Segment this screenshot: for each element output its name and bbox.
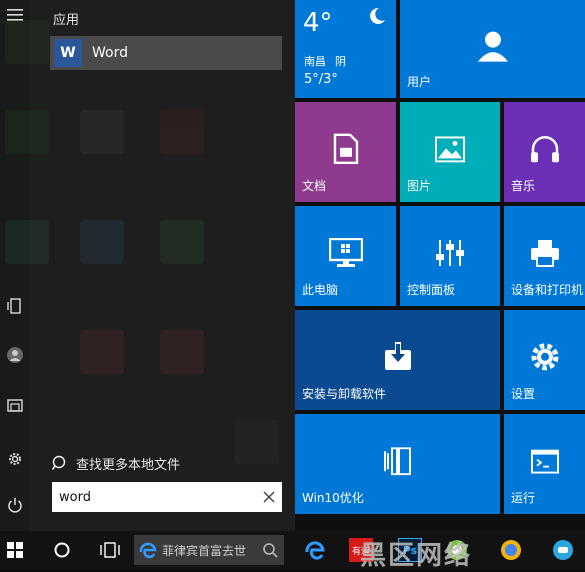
search-icon [263, 543, 278, 558]
start-rail [0, 0, 30, 531]
tile-run-label: 运行 [511, 491, 536, 505]
tile-this-pc-label: 此电脑 [302, 283, 339, 297]
tile-install-uninstall-label: 安装与卸载软件 [302, 387, 387, 401]
settings-rail-button[interactable] [0, 444, 30, 474]
tile-pictures[interactable]: 图片 [400, 102, 500, 202]
tile-win10-optimize-label: Win10优化 [302, 491, 364, 505]
tile-user[interactable]: 用户 [400, 0, 585, 98]
power-button[interactable] [0, 490, 30, 520]
weather-condition: 阴 [335, 55, 346, 68]
tile-settings-label: 设置 [511, 387, 536, 401]
taskbar-search-box[interactable]: 菲律宾首富去世 [134, 535, 284, 565]
word-app-result[interactable]: W Word [50, 36, 282, 70]
find-more-local-files[interactable]: 查找更多本地文件 [52, 452, 282, 474]
picture-icon [435, 136, 465, 163]
watermark: 黑区网络 [360, 541, 473, 571]
tile-documents-label: 文档 [302, 179, 327, 193]
user-icon [477, 31, 508, 62]
tablet-icon [7, 298, 21, 314]
sliders-icon [436, 240, 464, 266]
edge-icon [305, 541, 325, 560]
start-search-input[interactable]: word [52, 482, 282, 512]
weather-tile[interactable]: 4° 南昌 阴 5°/3° [295, 0, 396, 98]
weather-range: 5°/3° [304, 72, 338, 87]
close-icon [263, 491, 275, 503]
gear-icon [9, 453, 21, 465]
find-more-label: 查找更多本地文件 [76, 457, 181, 473]
tile-music-label: 音乐 [511, 179, 536, 193]
run-icon [530, 449, 559, 474]
tile-win10-optimize[interactable]: Win10优化 [295, 414, 500, 514]
app2-taskbar-button[interactable] [494, 531, 528, 569]
cortana-circle-icon [54, 542, 70, 558]
user-account-button[interactable] [0, 340, 30, 370]
edge-logo-icon [139, 542, 157, 559]
task-view-button[interactable] [96, 531, 124, 569]
tile-pictures-label: 图片 [407, 179, 432, 193]
tile-music[interactable]: 音乐 [504, 102, 585, 202]
clear-search-button[interactable] [256, 484, 282, 510]
install-icon [384, 342, 411, 370]
document-icon [333, 133, 358, 165]
tile-run[interactable]: 运行 [504, 414, 585, 514]
tile-documents[interactable]: 文档 [295, 102, 396, 202]
computer-icon [328, 238, 363, 267]
optimize-icon [383, 447, 411, 476]
start-button[interactable] [0, 531, 30, 569]
tiles-area: 4° 南昌 阴 5°/3° 用户 文档 图片 音乐 此电脑 控制面板 设备和打印… [295, 0, 585, 531]
gear-icon [531, 343, 558, 371]
tile-control-panel-label: 控制面板 [407, 283, 456, 297]
tile-install-uninstall[interactable]: 安装与卸载软件 [295, 310, 500, 410]
power-icon [8, 498, 22, 513]
tile-this-pc[interactable]: 此电脑 [295, 206, 396, 306]
avatar-icon [7, 347, 23, 363]
app-icon [501, 540, 521, 560]
taskbar-search-text: 菲律宾首富去世 [162, 543, 247, 558]
folder-icon [7, 399, 23, 412]
file-explorer-button[interactable] [0, 390, 30, 420]
cortana-button[interactable] [48, 531, 76, 569]
app3-taskbar-button[interactable] [546, 531, 580, 569]
tile-control-panel[interactable]: 控制面板 [400, 206, 500, 306]
moon-icon [370, 7, 385, 24]
task-view-icon [100, 542, 120, 558]
headphones-icon [530, 135, 559, 163]
tile-devices-printers[interactable]: 设备和打印机 [504, 206, 585, 306]
hamburger-icon [7, 9, 23, 21]
weather-city: 南昌 [304, 55, 326, 68]
search-icon [52, 455, 66, 470]
chat-app-icon [553, 540, 573, 560]
word-icon: W [54, 39, 82, 67]
tile-settings[interactable]: 设置 [504, 310, 585, 410]
word-result-label: Word [92, 45, 128, 61]
taskbar: 菲律宾首富去世 有道 Ps 黑区网络 [0, 531, 585, 571]
tablet-mode-button[interactable] [0, 291, 30, 321]
weather-temperature: 4° [303, 8, 333, 38]
tile-devices-printers-label: 设备和打印机 [511, 283, 584, 297]
search-input-value[interactable]: word [59, 490, 256, 505]
edge-taskbar-button[interactable] [298, 531, 332, 569]
printer-icon [530, 240, 559, 267]
tile-user-label: 用户 [407, 75, 432, 89]
hamburger-menu-button[interactable] [0, 0, 30, 30]
windows-logo-icon [7, 542, 23, 558]
apps-section-label: 应用 [53, 13, 80, 28]
